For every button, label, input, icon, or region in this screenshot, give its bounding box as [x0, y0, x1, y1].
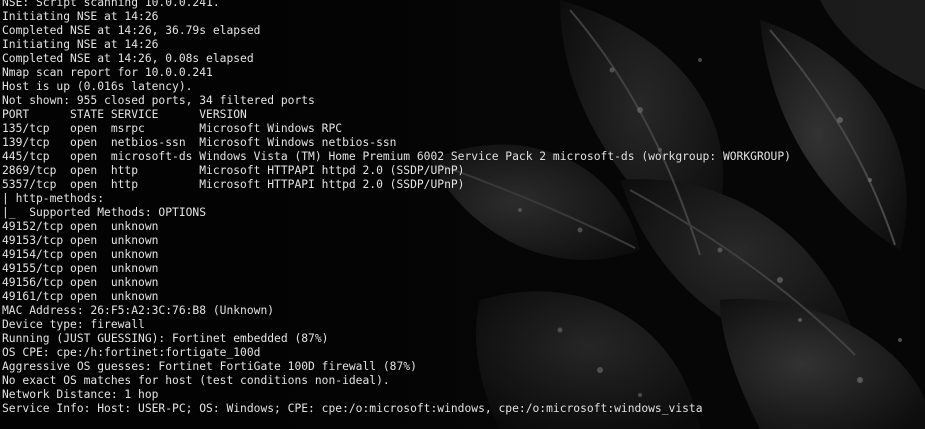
terminal-line: Initiating NSE at 14:26 — [2, 10, 159, 23]
terminal-output[interactable]: NSE: Script scanning 10.0.0.241. Initiati… — [2, 0, 791, 416]
terminal-line: Not shown: 955 closed ports, 34 filtered… — [2, 94, 315, 107]
terminal-line: |_ Supported Methods: OPTIONS — [2, 206, 207, 219]
terminal-line: Completed NSE at 14:26, 36.79s elapsed — [2, 24, 261, 37]
terminal-line: No exact OS matches for host (test condi… — [2, 374, 390, 387]
terminal-line: 49155/tcp open unknown — [2, 262, 159, 275]
terminal-line: Service Info: Host: USER-PC; OS: Windows… — [2, 402, 703, 415]
terminal-line: 49161/tcp open unknown — [2, 290, 159, 303]
terminal-line: Network Distance: 1 hop — [2, 388, 159, 401]
terminal-line: 49154/tcp open unknown — [2, 248, 159, 261]
terminal-line: Aggressive OS guesses: Fortinet FortiGat… — [2, 360, 417, 373]
terminal-line: MAC Address: 26:F5:A2:3C:76:B8 (Unknown) — [2, 304, 275, 317]
terminal-line: Initiating NSE at 14:26 — [2, 38, 159, 51]
terminal-line: Nmap scan report for 10.0.0.241 — [2, 66, 213, 79]
terminal-line: PORT STATE SERVICE VERSION — [2, 108, 247, 121]
terminal-line: Host is up (0.016s latency). — [2, 80, 193, 93]
terminal-line: Device type: firewall — [2, 318, 145, 331]
terminal-line: 135/tcp open msrpc Microsoft Windows RPC — [2, 122, 343, 135]
terminal-line: Completed NSE at 14:26, 0.08s elapsed — [2, 52, 254, 65]
terminal-line: OS CPE: cpe:/h:fortinet:fortigate_100d — [2, 346, 261, 359]
terminal-line: 49152/tcp open unknown — [2, 220, 159, 233]
terminal-line: 49156/tcp open unknown — [2, 276, 159, 289]
terminal-line: | http-methods: — [2, 192, 105, 205]
terminal-line: 2869/tcp open http Microsoft HTTPAPI htt… — [2, 164, 465, 177]
terminal-line: 5357/tcp open http Microsoft HTTPAPI htt… — [2, 178, 465, 191]
terminal-window[interactable]: NSE: Script scanning 10.0.0.241. Initiati… — [0, 0, 925, 429]
terminal-line: NSE: Script scanning 10.0.0.241. — [2, 0, 220, 9]
terminal-line: 445/tcp open microsoft-ds Windows Vista … — [2, 150, 791, 163]
terminal-line: 49153/tcp open unknown — [2, 234, 159, 247]
terminal-line: 139/tcp open netbios-ssn Microsoft Windo… — [2, 136, 397, 149]
terminal-line: Running (JUST GUESSING): Fortinet embedd… — [2, 332, 329, 345]
